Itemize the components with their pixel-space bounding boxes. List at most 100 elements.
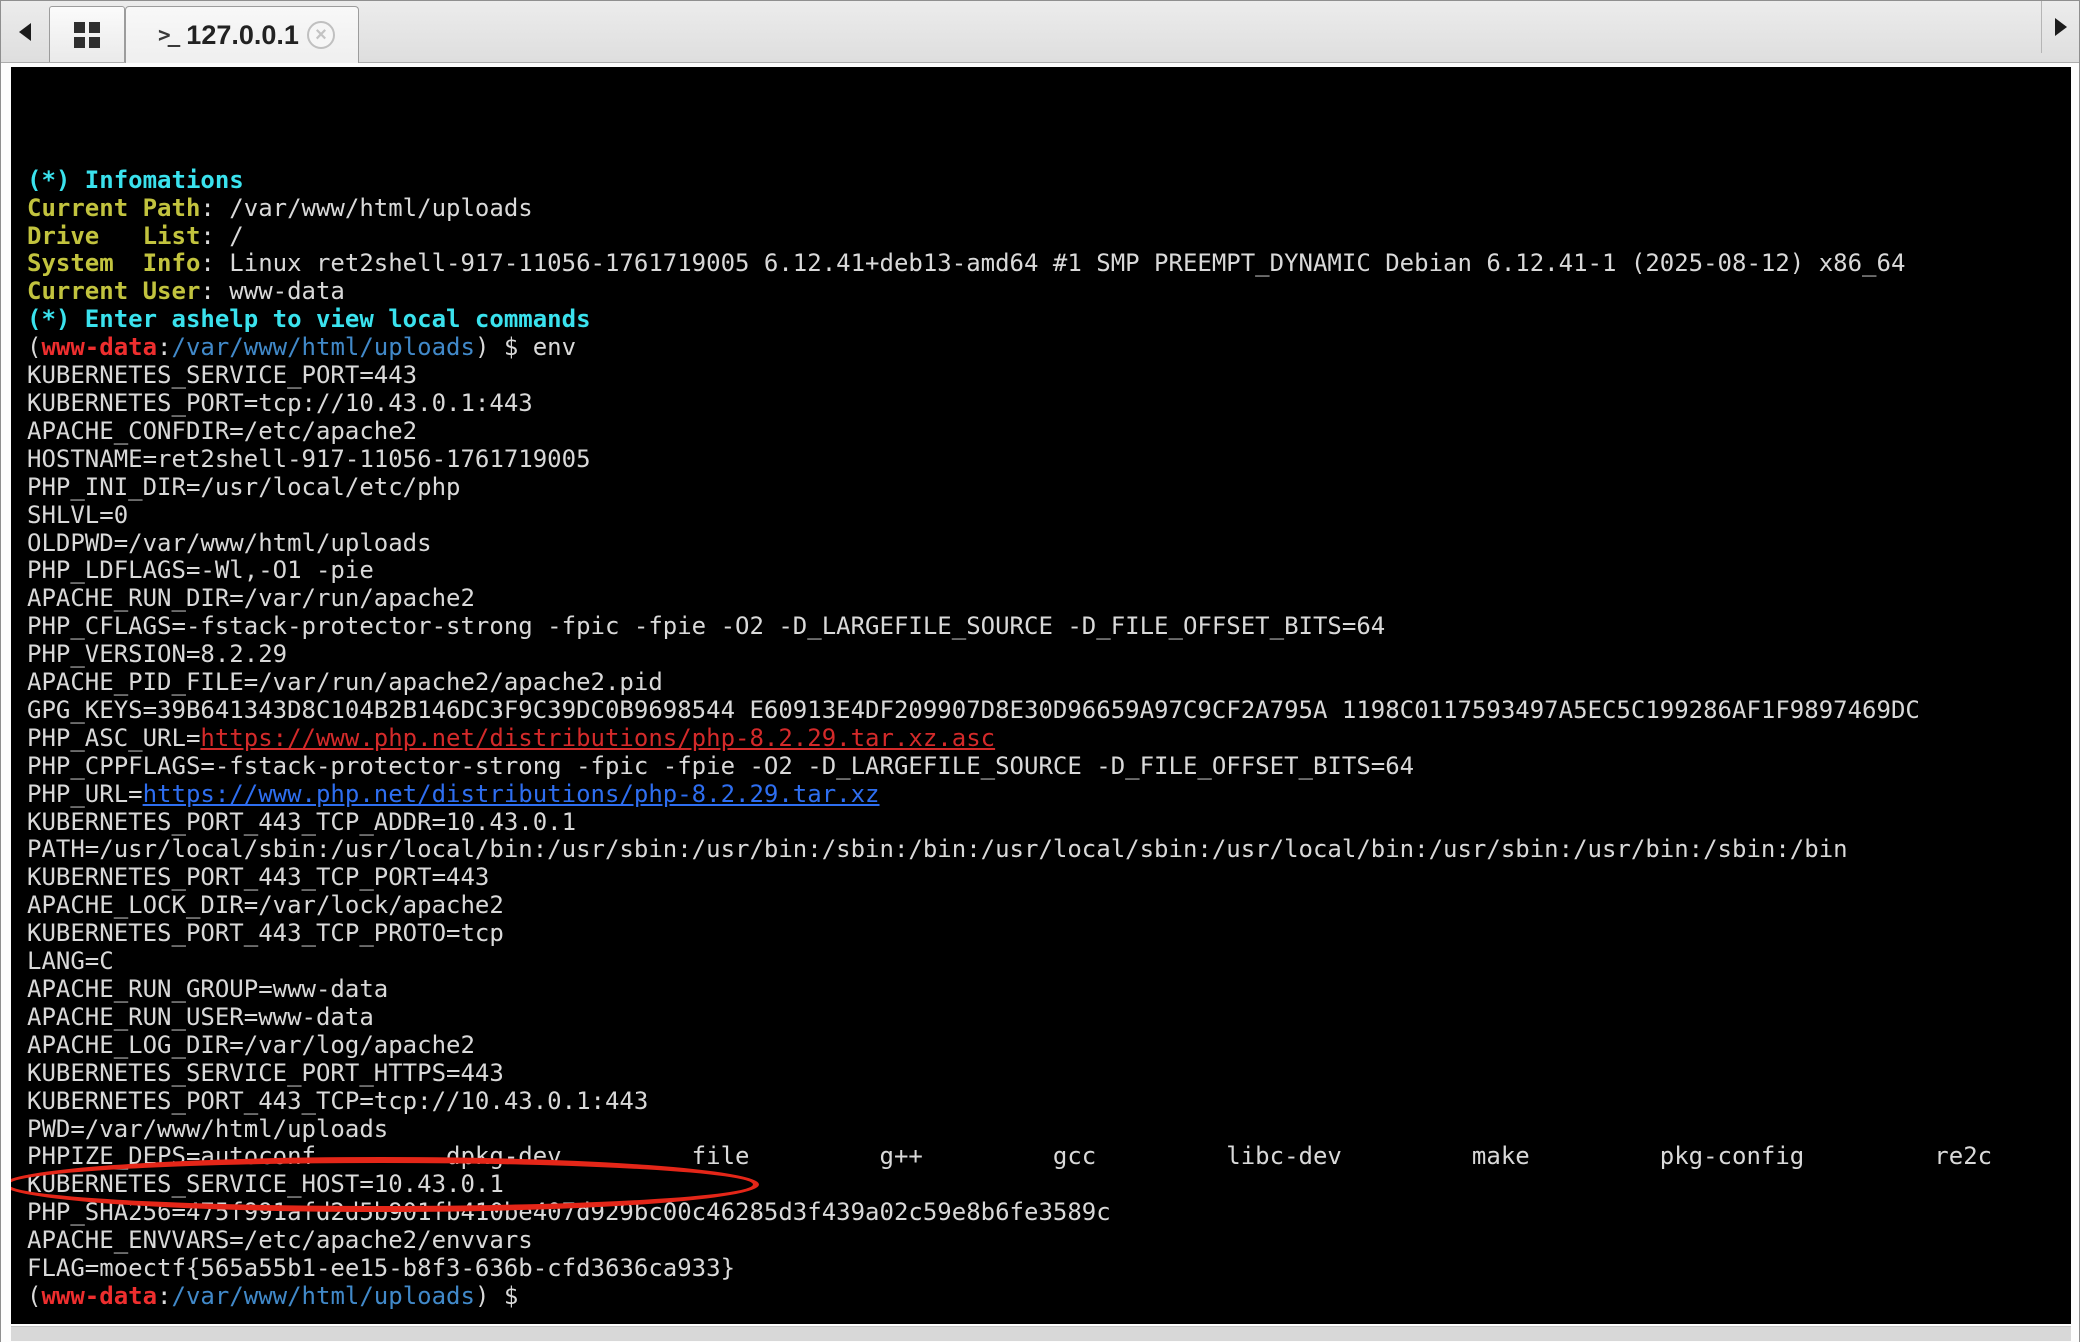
terminal-text: KUBERNETES_PORT_443_TCP_PROTO=tcp <box>27 919 504 947</box>
terminal-text: ) $ env <box>475 333 576 361</box>
terminal-text: ( <box>27 1282 41 1310</box>
terminal-line: PATH=/usr/local/sbin:/usr/local/bin:/usr… <box>27 836 2071 864</box>
terminal-text: ) $ <box>475 1282 518 1310</box>
terminal-text: PHP_INI_DIR=/usr/local/etc/php <box>27 473 460 501</box>
terminal-line: PHP_CPPFLAGS=-fstack-protector-strong -f… <box>27 753 2071 781</box>
tab-bar: >_ 127.0.0.1 × <box>1 1 2079 63</box>
terminal-line: PHP_VERSION=8.2.29 <box>27 641 2071 669</box>
terminal-line: (*) Infomations <box>27 167 2071 195</box>
terminal-text: APACHE_CONFDIR=/etc/apache2 <box>27 417 417 445</box>
terminal-text: : <box>157 333 171 361</box>
terminal-line: GPG_KEYS=39B641343D8C104B2B146DC3F9C39DC… <box>27 697 2071 725</box>
chevron-right-icon <box>2055 18 2067 36</box>
terminal-line: APACHE_ENVVARS=/etc/apache2/envvars <box>27 1227 2071 1255</box>
terminal-text: SHLVL=0 <box>27 501 128 529</box>
terminal-text: : www-data <box>200 277 345 305</box>
terminal-line: PHP_URL=https://www.php.net/distribution… <box>27 781 2071 809</box>
tab-close-button[interactable]: × <box>307 21 335 49</box>
terminal-text: PWD=/var/www/html/uploads <box>27 1115 388 1143</box>
terminal-line: APACHE_CONFDIR=/etc/apache2 <box>27 418 2071 446</box>
terminal-text: FLAG=moectf{565a55b1-ee15-b8f3-636b-cfd3… <box>27 1254 735 1282</box>
terminal-line: PHPIZE_DEPS=autoconf dpkg-dev file g++ g… <box>27 1143 2071 1171</box>
terminal-text: : /var/www/html/uploads <box>200 194 532 222</box>
terminal-text: (*) Infomations <box>27 166 244 194</box>
terminal-text: (*) Enter ashelp to view local commands <box>27 305 591 333</box>
terminal-line: SHLVL=0 <box>27 502 2071 530</box>
terminal-text: PHP_VERSION=8.2.29 <box>27 640 287 668</box>
flag-line: FLAG=moectf{565a55b1-ee15-b8f3-636b-cfd3… <box>27 1255 2071 1283</box>
terminal-line: KUBERNETES_SERVICE_PORT_HTTPS=443 <box>27 1060 2071 1088</box>
terminal-line: KUBERNETES_SERVICE_PORT=443 <box>27 362 2071 390</box>
terminal-text: APACHE_RUN_DIR=/var/run/apache2 <box>27 584 475 612</box>
terminal-text: OLDPWD=/var/www/html/uploads <box>27 529 432 557</box>
terminal-text: APACHE_LOG_DIR=/var/log/apache2 <box>27 1031 475 1059</box>
terminal-line: APACHE_RUN_USER=www-data <box>27 1004 2071 1032</box>
terminal-text: PATH=/usr/local/sbin:/usr/local/bin:/usr… <box>27 835 1848 863</box>
terminal-text: Current Path <box>27 194 200 222</box>
terminal-text: /var/www/html/uploads <box>172 333 475 361</box>
terminal-text: : / <box>200 222 243 250</box>
scroll-tabs-right-button[interactable] <box>2041 1 2079 53</box>
terminal-text: HOSTNAME=ret2shell-917-11056-1761719005 <box>27 445 591 473</box>
env-url-link[interactable]: https://www.php.net/distributions/php-8.… <box>143 780 880 808</box>
terminal-text: APACHE_RUN_GROUP=www-data <box>27 975 388 1003</box>
page-content: (*) InfomationsCurrent Path: /var/www/ht… <box>1 63 2079 1342</box>
terminal-text: System Info <box>27 249 200 277</box>
terminal-text: : Linux ret2shell-917-11056-1761719005 6… <box>200 249 1905 277</box>
grid-icon <box>74 22 100 48</box>
terminal-line: KUBERNETES_PORT_443_TCP_ADDR=10.43.0.1 <box>27 809 2071 837</box>
terminal-line: KUBERNETES_PORT_443_TCP=tcp://10.43.0.1:… <box>27 1088 2071 1116</box>
terminal-text: LANG=C <box>27 947 114 975</box>
terminal-output[interactable]: (*) InfomationsCurrent Path: /var/www/ht… <box>11 67 2071 1324</box>
close-icon: × <box>315 25 327 45</box>
terminal-prompt-icon: >_ <box>158 23 177 47</box>
terminal-line: OLDPWD=/var/www/html/uploads <box>27 530 2071 558</box>
prompt-line: (www-data:/var/www/html/uploads) $ <box>27 1283 2071 1311</box>
terminal-text: APACHE_RUN_USER=www-data <box>27 1003 374 1031</box>
terminal-line: APACHE_RUN_GROUP=www-data <box>27 976 2071 1004</box>
terminal-line: APACHE_LOCK_DIR=/var/lock/apache2 <box>27 892 2071 920</box>
terminal-line: APACHE_LOG_DIR=/var/log/apache2 <box>27 1032 2071 1060</box>
prompt-line-env: (www-data:/var/www/html/uploads) $ env <box>27 334 2071 362</box>
terminal-line: LANG=C <box>27 948 2071 976</box>
bottom-scrollbar[interactable] <box>11 1326 2071 1341</box>
scroll-tabs-left-button[interactable] <box>1 1 49 63</box>
terminal-line: PHP_CFLAGS=-fstack-protector-strong -fpi… <box>27 613 2071 641</box>
terminal-text: KUBERNETES_SERVICE_HOST=10.43.0.1 <box>27 1170 504 1198</box>
terminal-text: KUBERNETES_PORT=tcp://10.43.0.1:443 <box>27 389 533 417</box>
terminal-line: Current Path: /var/www/html/uploads <box>27 195 2071 223</box>
tab-overview-button[interactable] <box>49 6 125 62</box>
terminal-text: KUBERNETES_PORT_443_TCP_ADDR=10.43.0.1 <box>27 808 576 836</box>
terminal-text: /var/www/html/uploads <box>172 1282 475 1310</box>
terminal-text: GPG_KEYS=39B641343D8C104B2B146DC3F9C39DC… <box>27 696 1920 724</box>
terminal-text: PHPIZE_DEPS=autoconf dpkg-dev file g++ g… <box>27 1142 1992 1170</box>
terminal-text: APACHE_ENVVARS=/etc/apache2/envvars <box>27 1226 533 1254</box>
terminal-text: APACHE_LOCK_DIR=/var/lock/apache2 <box>27 891 504 919</box>
terminal-text: Current User <box>27 277 200 305</box>
terminal-line: APACHE_PID_FILE=/var/run/apache2/apache2… <box>27 669 2071 697</box>
terminal-text: www-data <box>41 1282 157 1310</box>
browser-window: >_ 127.0.0.1 × (*) InfomationsCurrent Pa… <box>0 0 2080 1342</box>
terminal-line: System Info: Linux ret2shell-917-11056-1… <box>27 250 2071 278</box>
env-url-link[interactable]: https://www.php.net/distributions/php-8.… <box>200 724 995 752</box>
terminal-text: KUBERNETES_SERVICE_PORT_HTTPS=443 <box>27 1059 504 1087</box>
terminal-text: KUBERNETES_PORT_443_TCP=tcp://10.43.0.1:… <box>27 1087 648 1115</box>
terminal-line: Current User: www-data <box>27 278 2071 306</box>
terminal-line: KUBERNETES_PORT_443_TCP_PROTO=tcp <box>27 920 2071 948</box>
terminal-text: ( <box>27 333 41 361</box>
terminal-line: PHP_INI_DIR=/usr/local/etc/php <box>27 474 2071 502</box>
terminal-line: PHP_ASC_URL=https://www.php.net/distribu… <box>27 725 2071 753</box>
terminal-text: APACHE_PID_FILE=/var/run/apache2/apache2… <box>27 668 663 696</box>
terminal-line: APACHE_RUN_DIR=/var/run/apache2 <box>27 585 2071 613</box>
terminal-line: (*) Enter ashelp to view local commands <box>27 306 2071 334</box>
terminal-line: PWD=/var/www/html/uploads <box>27 1116 2071 1144</box>
terminal-line: KUBERNETES_PORT_443_TCP_PORT=443 <box>27 864 2071 892</box>
terminal-text: PHP_ASC_URL= <box>27 724 200 752</box>
terminal-line: PHP_LDFLAGS=-Wl,-O1 -pie <box>27 557 2071 585</box>
terminal-text: Drive List <box>27 222 200 250</box>
terminal-text: PHP_CPPFLAGS=-fstack-protector-strong -f… <box>27 752 1414 780</box>
terminal-line: PHP_SHA256=475f991afd2d5b901fb410be407d9… <box>27 1199 2071 1227</box>
terminal-line: KUBERNETES_SERVICE_HOST=10.43.0.1 <box>27 1171 2071 1199</box>
terminal-text: KUBERNETES_SERVICE_PORT=443 <box>27 361 417 389</box>
tab-127-0-0-1[interactable]: >_ 127.0.0.1 × <box>125 6 359 63</box>
